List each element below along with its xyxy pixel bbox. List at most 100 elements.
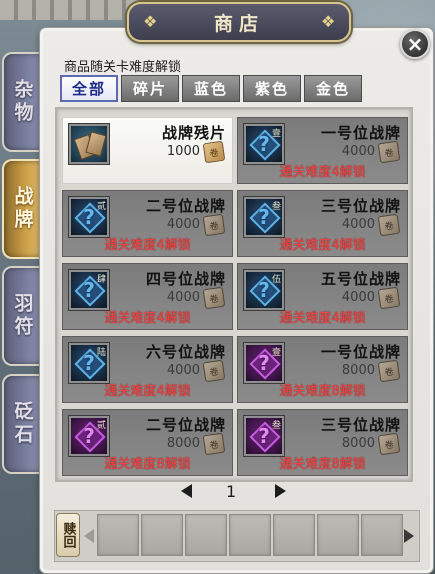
currency-icon: 卷 [377,432,401,456]
filter-tab-all[interactable]: 全部 [60,75,118,102]
side-tab-label: 羽符 [11,293,34,339]
item-card[interactable]: ? 叁 三号位战牌 4000 卷 通关难度4解锁 [237,190,408,257]
unlock-requirement: 通关难度4解锁 [279,311,366,326]
filter-tabs: 全部 碎片 蓝色 紫色 金色 [60,75,362,103]
unlock-requirement: 通关难度4解锁 [104,238,191,253]
item-price: 1000 [166,144,200,159]
title-plaque: ❖ 商店 ❖ [127,2,351,42]
buyback-next-icon[interactable] [404,529,414,543]
item-price: 8000 [341,363,375,378]
unlock-requirement: 通关难度4解锁 [279,165,366,180]
item-name: 二号位战牌 [145,197,226,215]
item-name: 三号位战牌 [320,197,401,215]
item-grid-area: 战牌残片 1000 卷 ? 壹 一号位战牌 4000 卷 通关难度4解锁 ? 贰… [55,107,413,482]
item-name: 三号位战牌 [320,416,401,434]
blue-card-icon: ? 陆 [69,343,109,383]
ornament-icon: ❖ [143,12,158,31]
unlock-requirement: 通关难度4解锁 [279,238,366,253]
buyback-slot[interactable] [317,514,359,556]
currency-icon: 卷 [377,286,401,310]
position-char: 壹 [271,129,281,139]
blue-card-icon: ? 肆 [69,270,109,310]
item-card[interactable]: ? 陆 六号位战牌 4000 卷 通关难度4解锁 [62,336,233,403]
currency-icon: 卷 [202,213,226,237]
buyback-label: 赎回 [56,513,80,557]
close-button[interactable]: × [400,29,430,59]
filter-tab-gold[interactable]: 金色 [304,75,362,102]
filter-tab-fragments[interactable]: 碎片 [121,75,179,102]
position-char: 贰 [96,202,106,212]
position-char: 陆 [96,348,106,358]
currency-icon: 卷 [377,359,401,383]
item-card[interactable]: ? 壹 一号位战牌 4000 卷 通关难度4解锁 [237,117,408,184]
side-tab-misc[interactable]: 杂物 [2,52,42,152]
currency-icon: 卷 [202,359,226,383]
purple-card-icon: ? 叁 [244,416,284,456]
purple-card-icon: ? 贰 [69,416,109,456]
page-number: 1 [226,482,237,501]
unlock-requirement: 通关难度8解锁 [279,457,366,472]
buyback-slot[interactable] [141,514,183,556]
item-card[interactable]: ? 肆 四号位战牌 4000 卷 通关难度4解锁 [62,263,233,330]
currency-icon: 卷 [377,213,401,237]
position-char: 伍 [271,275,281,285]
item-name: 二号位战牌 [145,416,226,434]
buyback-slot[interactable] [185,514,227,556]
item-card[interactable]: 战牌残片 1000 卷 [62,117,233,184]
ornament-icon: ❖ [321,12,336,31]
unlock-requirement: 通关难度8解锁 [104,457,191,472]
item-price: 8000 [341,436,375,451]
buyback-slots [97,514,403,556]
unlock-hint: 商品随关卡难度解锁 [64,60,182,75]
currency-icon: 卷 [202,140,226,164]
currency-icon: 卷 [377,140,401,164]
side-tab-stones[interactable]: 砭石 [2,374,42,474]
purple-card-icon: ? 壹 [244,343,284,383]
item-name: 一号位战牌 [320,343,401,361]
buyback-slot[interactable] [273,514,315,556]
buyback-slot[interactable] [97,514,139,556]
blue-card-icon: ? 贰 [69,197,109,237]
filter-tab-blue[interactable]: 蓝色 [182,75,240,102]
item-grid: 战牌残片 1000 卷 ? 壹 一号位战牌 4000 卷 通关难度4解锁 ? 贰… [62,117,408,476]
next-page-icon[interactable] [275,484,286,498]
item-price: 8000 [166,436,200,451]
filter-tab-purple[interactable]: 紫色 [243,75,301,102]
buyback-slot[interactable] [361,514,403,556]
close-icon: × [406,32,424,56]
item-name: 一号位战牌 [320,124,401,142]
blue-card-icon: ? 壹 [244,124,284,164]
side-tab-label: 杂物 [11,79,34,125]
item-price: 4000 [341,144,375,159]
position-char: 叁 [271,202,281,212]
item-price: 4000 [166,363,200,378]
item-price: 4000 [341,217,375,232]
currency-icon: 卷 [202,432,226,456]
buyback-text: 赎回 [60,522,76,548]
position-char: 壹 [271,348,281,358]
buyback-slot[interactable] [229,514,271,556]
side-tab-feather-charms[interactable]: 羽符 [2,266,42,366]
item-card[interactable]: ? 贰 二号位战牌 8000 卷 通关难度8解锁 [62,409,233,476]
item-card[interactable]: ? 伍 五号位战牌 4000 卷 通关难度4解锁 [237,263,408,330]
item-name: 战牌残片 [161,124,226,142]
item-price: 4000 [166,290,200,305]
buyback-prev-icon[interactable] [84,529,94,543]
blue-card-icon: ? 叁 [244,197,284,237]
item-card[interactable]: ? 壹 一号位战牌 8000 卷 通关难度8解锁 [237,336,408,403]
item-price: 4000 [341,290,375,305]
item-card[interactable]: ? 叁 三号位战牌 8000 卷 通关难度8解锁 [237,409,408,476]
unlock-requirement: 通关难度4解锁 [104,311,191,326]
unlock-requirement: 通关难度8解锁 [279,384,366,399]
prev-page-icon[interactable] [181,484,192,498]
page-title: 商店 [213,12,264,35]
item-name: 五号位战牌 [320,270,401,288]
position-char: 叁 [271,421,281,431]
item-card[interactable]: ? 贰 二号位战牌 4000 卷 通关难度4解锁 [62,190,233,257]
position-char: 贰 [96,421,106,431]
blue-card-icon: ? 伍 [244,270,284,310]
side-tab-war-cards[interactable]: 战牌 [2,159,42,259]
side-tab-label: 战牌 [11,186,34,232]
card-fragment-icon [69,124,109,164]
item-price: 4000 [166,217,200,232]
